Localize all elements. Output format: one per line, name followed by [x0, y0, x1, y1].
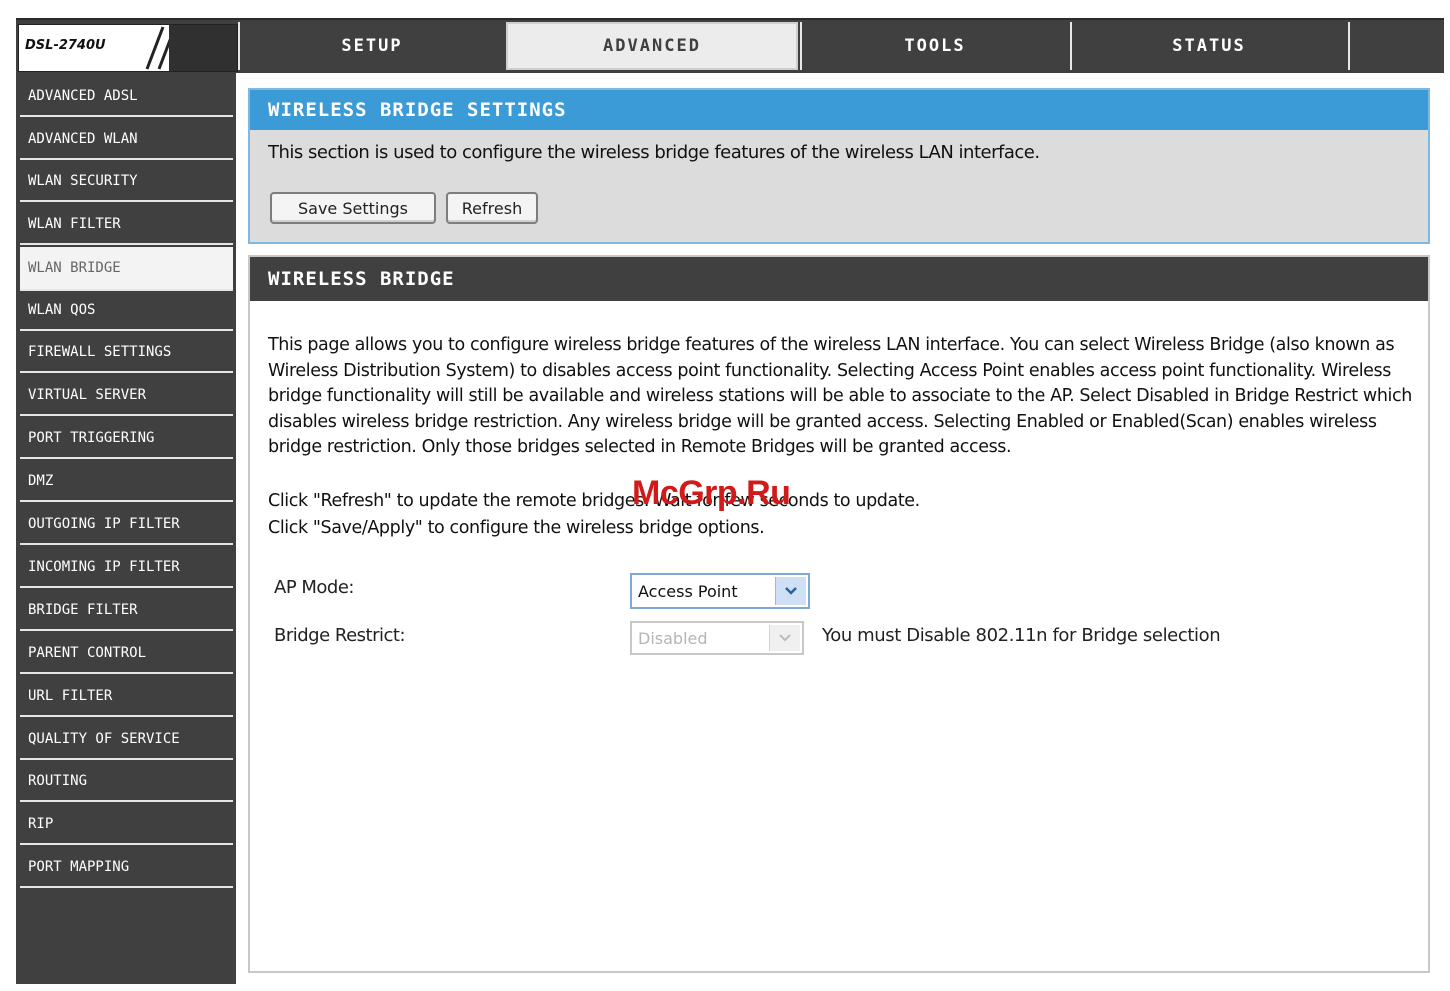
- bridge-restrict-select[interactable]: Disabled: [630, 621, 804, 655]
- sidebar-item-dmz[interactable]: DMZ: [20, 462, 233, 502]
- sidebar-item-wlan-filter[interactable]: WLAN FILTER: [20, 205, 233, 245]
- logo-dark-panel: [169, 25, 237, 71]
- model-name: DSL-2740U: [25, 38, 106, 53]
- sidebar: ADVANCED ADSL ADVANCED WLAN WLAN SECURIT…: [16, 73, 236, 984]
- save-instruction: Click "Save/Apply" to configure the wire…: [268, 518, 765, 538]
- sidebar-item-outgoing-ip-filter[interactable]: OUTGOING IP FILTER: [20, 505, 233, 545]
- bridge-description: This page allows you to configure wirele…: [268, 335, 1412, 457]
- bridge-title: WIRELESS BRIDGE: [250, 257, 1428, 301]
- sidebar-item-advanced-adsl[interactable]: ADVANCED ADSL: [20, 77, 233, 117]
- sidebar-item-wlan-security[interactable]: WLAN SECURITY: [20, 162, 233, 202]
- tab-status[interactable]: STATUS: [1070, 22, 1346, 70]
- brand-logo: DSL-2740U: [18, 24, 238, 72]
- sidebar-item-port-triggering[interactable]: PORT TRIGGERING: [20, 419, 233, 459]
- ap-mode-label: AP Mode:: [274, 577, 355, 598]
- bridge-restrict-value: Disabled: [638, 628, 708, 648]
- sidebar-item-routing[interactable]: ROUTING: [20, 762, 233, 802]
- sidebar-item-parent-control[interactable]: PARENT CONTROL: [20, 634, 233, 674]
- save-settings-button[interactable]: Save Settings: [270, 192, 436, 224]
- tab-setup[interactable]: SETUP: [238, 22, 504, 70]
- settings-description: This section is used to configure the wi…: [268, 142, 1040, 163]
- sidebar-item-wlan-bridge[interactable]: WLAN BRIDGE: [20, 247, 233, 291]
- sidebar-item-virtual-server[interactable]: VIRTUAL SERVER: [20, 376, 233, 416]
- sidebar-item-url-filter[interactable]: URL FILTER: [20, 677, 233, 717]
- bridge-restrict-label: Bridge Restrict:: [274, 625, 406, 646]
- tab-advanced[interactable]: ADVANCED: [506, 22, 798, 70]
- settings-title: WIRELESS BRIDGE SETTINGS: [250, 90, 1428, 130]
- bridge-restrict-note: You must Disable 802.11n for Bridge sele…: [822, 625, 1221, 646]
- sidebar-item-wlan-qos[interactable]: WLAN QOS: [20, 291, 233, 331]
- tab-empty: [1348, 22, 1444, 70]
- sidebar-item-bridge-filter[interactable]: BRIDGE FILTER: [20, 591, 233, 631]
- refresh-instruction: Click "Refresh" to update the remote bri…: [268, 491, 920, 511]
- chevron-down-icon: [769, 625, 800, 651]
- wireless-bridge-settings-panel: WIRELESS BRIDGE SETTINGS This section is…: [248, 88, 1430, 244]
- wireless-bridge-panel: WIRELESS BRIDGE This page allows you to …: [248, 255, 1430, 973]
- sidebar-item-quality-of-service[interactable]: QUALITY OF SERVICE: [20, 720, 233, 760]
- ap-mode-select[interactable]: Access Point: [630, 573, 810, 609]
- sidebar-item-firewall-settings[interactable]: FIREWALL SETTINGS: [20, 333, 233, 373]
- watermark: McGrp.Ru: [632, 474, 791, 512]
- top-navigation: DSL-2740U SETUP ADVANCED TOOLS STATUS: [16, 18, 1444, 73]
- sidebar-item-incoming-ip-filter[interactable]: INCOMING IP FILTER: [20, 548, 233, 588]
- chevron-down-icon: [775, 577, 806, 605]
- sidebar-item-advanced-wlan[interactable]: ADVANCED WLAN: [20, 120, 233, 160]
- ap-mode-value: Access Point: [638, 581, 738, 601]
- tab-tools[interactable]: TOOLS: [800, 22, 1068, 70]
- sidebar-item-port-mapping[interactable]: PORT MAPPING: [20, 848, 233, 888]
- sidebar-item-rip[interactable]: RIP: [20, 805, 233, 845]
- refresh-button[interactable]: Refresh: [446, 192, 538, 224]
